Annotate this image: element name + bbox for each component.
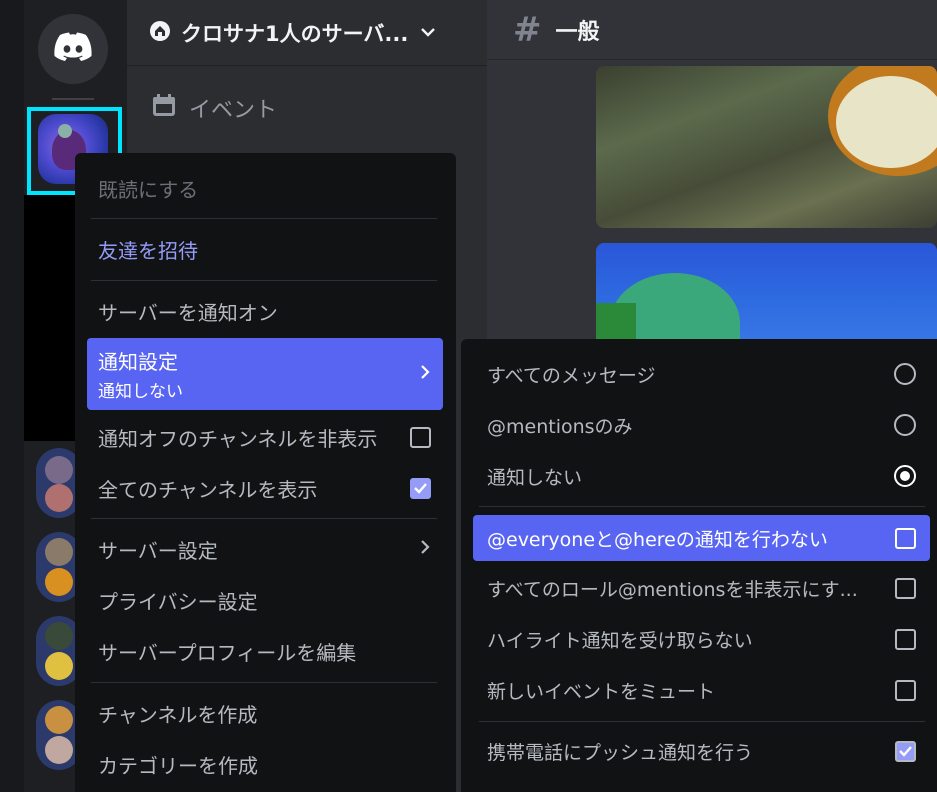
events-link[interactable]: イベント (151, 92, 277, 124)
create-category-item[interactable]: カテゴリーを作成 (87, 741, 443, 787)
server-header[interactable]: クロサナ1人のサーバ... (127, 0, 487, 66)
image-content (836, 76, 937, 168)
chevron-right-icon (419, 537, 431, 561)
message-image-attachment[interactable] (596, 66, 937, 228)
checkbox-unchecked-icon[interactable] (895, 527, 916, 549)
menu-divider (91, 518, 437, 519)
server-avatar (45, 456, 73, 484)
server-name: クロサナ1人のサーバ... (181, 21, 409, 46)
all-messages-label: すべてのメッセージ (487, 364, 656, 387)
menu-divider (479, 506, 925, 507)
checkbox-unchecked-icon[interactable] (410, 426, 431, 448)
menu-divider (91, 280, 437, 281)
server-avatar (45, 568, 73, 596)
channel-header: # 一般 (487, 0, 937, 60)
server-avatar (45, 736, 73, 764)
invite-friends-label: 友達を招待 (98, 238, 198, 263)
checkbox-unchecked-icon[interactable] (895, 628, 916, 650)
channel-name: 一般 (555, 19, 600, 45)
discord-home-button[interactable] (38, 14, 108, 84)
chevron-right-icon (419, 362, 431, 386)
radio-selected-icon[interactable] (894, 465, 916, 487)
all-messages-option[interactable]: すべてのメッセージ (473, 353, 930, 395)
rail-obscured-area (24, 195, 80, 441)
show-all-channels-item[interactable]: 全てのチャンネルを表示 (87, 465, 443, 511)
edit-server-profile-item[interactable]: サーバープロフィールを編集 (87, 628, 443, 674)
invite-friends-item[interactable]: 友達を招待 (87, 226, 443, 272)
calendar-icon (151, 92, 177, 124)
chevron-down-icon (420, 23, 436, 42)
nothing-option[interactable]: 通知しない (473, 455, 930, 497)
create-category-label: カテゴリーを作成 (98, 753, 258, 778)
message-image-attachment[interactable] (596, 243, 937, 353)
mentions-only-option[interactable]: @mentionsのみ (473, 404, 930, 446)
mark-read-label: 既読にする (98, 177, 199, 202)
menu-divider (91, 682, 437, 683)
suppress-roles-label: すべてのロール@mentionsを非表示にす... (487, 578, 858, 601)
server-settings-label: サーバー設定 (98, 538, 218, 563)
server-avatar (45, 484, 73, 512)
mentions-only-label: @mentionsのみ (487, 415, 633, 438)
server-settings-item[interactable]: サーバー設定 (87, 526, 443, 572)
checkbox-unchecked-icon[interactable] (895, 679, 916, 701)
suppress-roles-option[interactable]: すべてのロール@mentionsを非表示にす... (473, 567, 930, 609)
radio-dot (900, 471, 910, 481)
create-channel-item[interactable]: チャンネルを作成 (87, 690, 443, 736)
checkbox-checked-icon[interactable] (895, 740, 916, 762)
suppress-highlights-label: ハイライト通知を受け取らない (487, 629, 753, 652)
hide-muted-channels-label: 通知オフのチャンネルを非表示 (98, 426, 378, 451)
suppress-everyone-option[interactable]: @everyoneと@hereの通知を行わない (473, 515, 930, 561)
server-avatar (45, 706, 73, 734)
privacy-settings-label: プライバシー設定 (98, 589, 258, 614)
notify-on-label: サーバーを通知オン (98, 300, 278, 325)
server-avatar (45, 538, 73, 566)
create-channel-label: チャンネルを作成 (98, 702, 258, 727)
server-avatar (45, 652, 73, 680)
notification-settings-submenu: すべてのメッセージ @mentionsのみ 通知しない @everyoneと@h… (461, 339, 937, 792)
radio-unselected-icon[interactable] (894, 414, 916, 436)
mobile-push-label: 携帯電話にプッシュ通知を行う (487, 741, 754, 764)
discord-logo-icon (54, 32, 92, 66)
rail-edge (0, 0, 24, 792)
mute-events-option[interactable]: 新しいイベントをミュート (473, 669, 930, 711)
channel-hash-icon: # (513, 9, 542, 50)
checkbox-unchecked-icon[interactable] (895, 577, 916, 599)
suppress-everyone-label: @everyoneと@hereの通知を行わない (487, 528, 828, 551)
server-boost-icon (149, 20, 171, 46)
hide-muted-channels-item[interactable]: 通知オフのチャンネルを非表示 (87, 414, 443, 460)
notify-on-item[interactable]: サーバーを通知オン (87, 288, 443, 334)
edit-server-profile-label: サーバープロフィールを編集 (98, 640, 357, 665)
server-context-menu: 既読にする 友達を招待 サーバーを通知オン 通知設定 通知しない 通知オフのチャ… (75, 153, 456, 792)
menu-divider (91, 218, 437, 219)
show-all-channels-label: 全てのチャンネルを表示 (98, 477, 318, 502)
server-avatar (45, 622, 73, 650)
notification-settings-item[interactable]: 通知設定 通知しない (87, 338, 443, 410)
mark-read-item[interactable]: 既読にする (87, 165, 443, 211)
notification-settings-value: 通知しない (98, 382, 183, 402)
radio-unselected-icon[interactable] (894, 363, 916, 385)
events-label: イベント (189, 98, 278, 123)
rail-separator (52, 98, 94, 100)
menu-divider (479, 721, 925, 722)
privacy-settings-item[interactable]: プライバシー設定 (87, 577, 443, 623)
nothing-label: 通知しない (487, 466, 583, 489)
notification-settings-label: 通知設定 (98, 350, 178, 374)
checkbox-checked-icon[interactable] (410, 477, 431, 499)
mute-events-label: 新しいイベントをミュート (487, 680, 716, 703)
mobile-push-option[interactable]: 携帯電話にプッシュ通知を行う (473, 730, 930, 772)
suppress-highlights-option[interactable]: ハイライト通知を受け取らない (473, 618, 930, 660)
